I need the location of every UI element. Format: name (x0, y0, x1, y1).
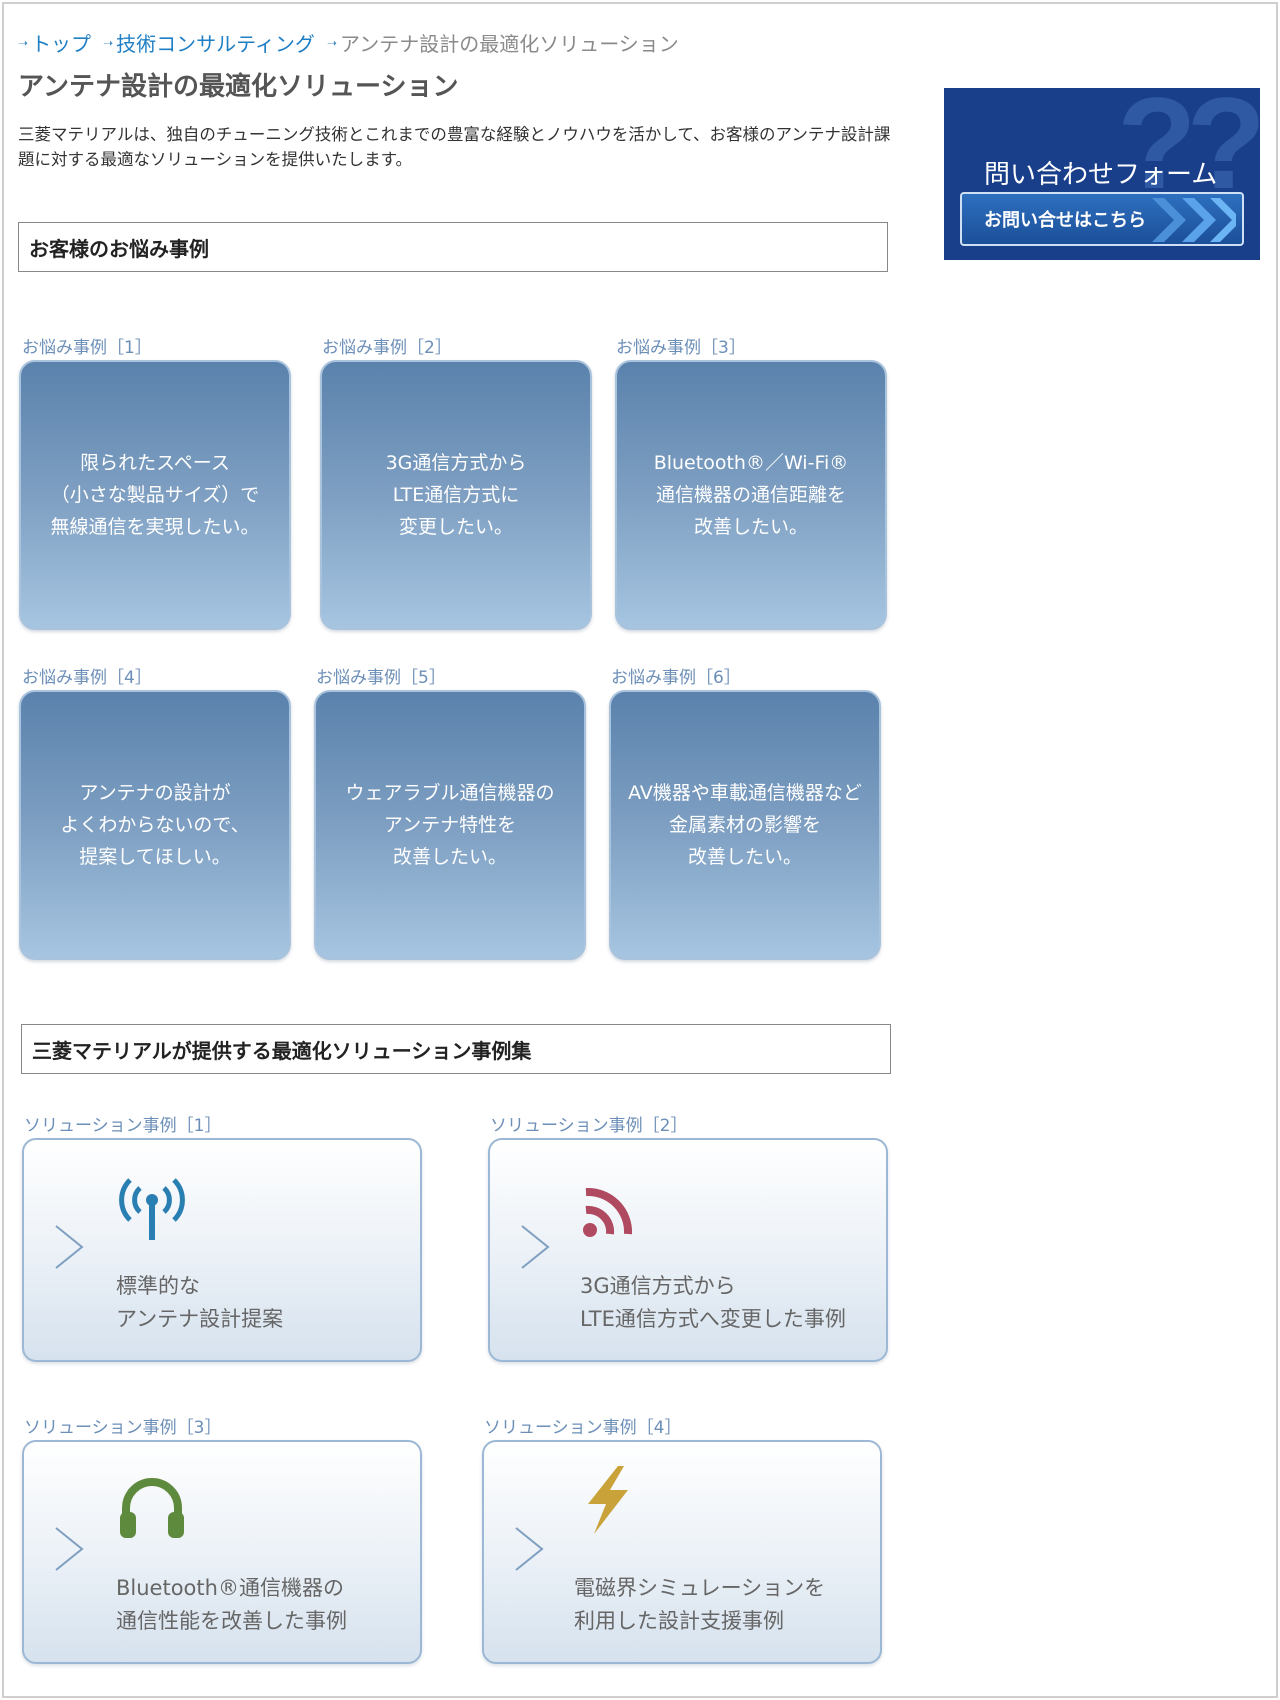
contact-title: 問い合わせフォーム (984, 160, 1218, 190)
solution-card-3[interactable]: Bluetooth®通信機器の 通信性能を改善した事例 (22, 1440, 422, 1664)
chevron-right-icon (521, 1225, 550, 1269)
solution-card-2[interactable]: 3G通信方式から LTE通信方式へ変更した事例 (488, 1138, 888, 1362)
worry-label-4: お悩み事例［4］ (22, 668, 152, 688)
solution-label-1: ソリューション事例［1］ (24, 1116, 222, 1136)
worry-text: Bluetooth®／Wi-Fi® 通信機器の通信距離を 改善したい。 (653, 452, 849, 538)
chevron-right-icon (55, 1225, 84, 1269)
chevron-right-icon (515, 1527, 544, 1571)
page-title: アンテナ設計の最適化ソリューション (18, 72, 459, 102)
lightning-icon (588, 1466, 628, 1534)
chevron-right-icon (55, 1527, 84, 1571)
breadcrumb-label: トップ (31, 32, 92, 56)
signal-icon (583, 1187, 633, 1237)
worry-label-6: お悩み事例［6］ (611, 668, 741, 688)
solution-text: 標準的な アンテナ設計提案 (116, 1274, 284, 1331)
breadcrumb-item-current: ➝ アンテナ設計の最適化ソリューション (327, 28, 679, 57)
contact-banner: ?? 問い合わせフォーム お問い合せはこちら (944, 88, 1260, 260)
solution-text: 3G通信方式から LTE通信方式へ変更した事例 (580, 1274, 846, 1331)
worry-card-2[interactable]: 3G通信方式から LTE通信方式に 変更したい。 (320, 360, 592, 630)
solution-card-1[interactable]: 標準的な アンテナ設計提案 (22, 1138, 422, 1362)
worry-text: 3G通信方式から LTE通信方式に 変更したい。 (385, 452, 527, 538)
worry-text: 限られたスペース （小さな製品サイズ）で 無線通信を実現したい。 (50, 452, 260, 538)
breadcrumb: ➝ トップ ➝ 技術コンサルティング ➝ アンテナ設計の最適化ソリューション (18, 28, 679, 57)
headphones-icon (120, 1478, 184, 1538)
arrow-right-icon: ➝ (103, 35, 114, 50)
double-chevron-right-icon (1152, 198, 1236, 242)
worry-text: AV機器や車載通信機器など 金属素材の影響を 改善したい。 (628, 782, 862, 868)
intro-text: 三菱マテリアルは、独自のチューニング技術とこれまでの豊富な経験とノウハウを活かし… (18, 125, 891, 169)
worry-text: ウェアラブル通信機器の アンテナ特性を 改善したい。 (345, 782, 555, 868)
worry-card-5[interactable]: ウェアラブル通信機器の アンテナ特性を 改善したい。 (314, 690, 586, 960)
contact-button[interactable]: お問い合せはこちら (960, 192, 1244, 246)
worry-card-3[interactable]: Bluetooth®／Wi-Fi® 通信機器の通信距離を 改善したい。 (615, 360, 887, 630)
worry-label-1: お悩み事例［1］ (22, 338, 152, 358)
breadcrumb-item-consulting[interactable]: ➝ 技術コンサルティング (103, 28, 315, 57)
worries-heading: お客様のお悩み事例 (18, 222, 888, 272)
worry-card-6[interactable]: AV機器や車載通信機器など 金属素材の影響を 改善したい。 (609, 690, 881, 960)
antenna-icon (119, 1178, 185, 1240)
worry-card-1[interactable]: 限られたスペース （小さな製品サイズ）で 無線通信を実現したい。 (19, 360, 291, 630)
solution-label-3: ソリューション事例［3］ (24, 1418, 222, 1438)
solution-label-2: ソリューション事例［2］ (490, 1116, 688, 1136)
arrow-right-icon: ➝ (326, 35, 337, 50)
contact-button-label: お問い合せはこちら (984, 210, 1146, 231)
worry-label-2: お悩み事例［2］ (322, 338, 452, 358)
solution-label-4: ソリューション事例［4］ (484, 1418, 682, 1438)
arrow-right-icon: ➝ (18, 35, 29, 50)
solution-text: 電磁界シミュレーションを 利用した設計支援事例 (574, 1576, 826, 1633)
worry-card-4[interactable]: アンテナの設計が よくわからないので、 提案してほしい。 (19, 690, 291, 960)
breadcrumb-label: 技術コンサルティング (116, 32, 315, 56)
solution-card-4[interactable]: 電磁界シミュレーションを 利用した設計支援事例 (482, 1440, 882, 1664)
worry-label-5: お悩み事例［5］ (316, 668, 446, 688)
solution-text: Bluetooth®通信機器の 通信性能を改善した事例 (116, 1576, 347, 1633)
worry-label-3: お悩み事例［3］ (616, 338, 746, 358)
breadcrumb-label: アンテナ設計の最適化ソリューション (340, 32, 679, 56)
worry-text: アンテナの設計が よくわからないので、 提案してほしい。 (60, 782, 250, 868)
solutions-heading: 三菱マテリアルが提供する最適化ソリューション事例集 (21, 1024, 891, 1074)
breadcrumb-item-top[interactable]: ➝ トップ (18, 28, 91, 57)
